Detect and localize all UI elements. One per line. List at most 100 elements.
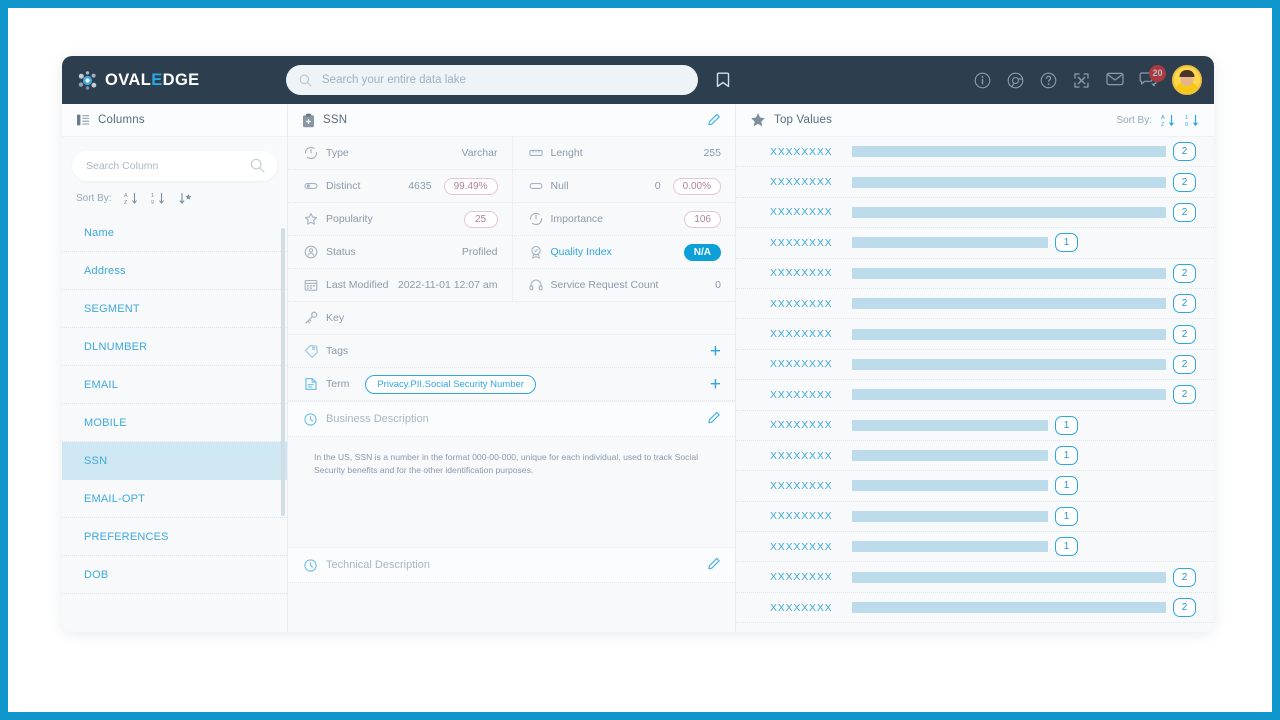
top-value-bar-track: 1 (852, 446, 1196, 465)
top-value-label[interactable]: XXXXXXXX (770, 602, 842, 614)
business-description-header: Business Description (288, 401, 735, 437)
top-value-bar-track: 2 (852, 294, 1196, 313)
top-value-label[interactable]: XXXXXXXX (770, 328, 842, 340)
top-value-bar-track: 2 (852, 568, 1196, 587)
top-value-bar-track: 1 (852, 537, 1196, 556)
info-icon[interactable] (974, 72, 991, 89)
top-value-label[interactable]: XXXXXXXX (770, 419, 842, 431)
search-column-input[interactable] (86, 160, 236, 172)
top-value-label[interactable]: XXXXXXXX (770, 176, 842, 188)
top-value-bar (852, 177, 1166, 188)
bookmark-icon[interactable] (714, 70, 732, 90)
meta-label-quality-index[interactable]: Quality Index (551, 246, 612, 258)
add-term-button[interactable]: + (710, 375, 721, 394)
chat-icon[interactable]: 20 (1139, 72, 1156, 89)
sidebar-item-address[interactable]: Address (62, 252, 287, 290)
meta-label-importance: Importance (551, 213, 604, 225)
top-value-bar (852, 268, 1166, 279)
sidebar-item-name[interactable]: Name (62, 214, 287, 252)
top-value-count: 1 (1055, 507, 1078, 526)
top-value-label[interactable]: XXXXXXXX (770, 510, 842, 522)
top-value-count: 1 (1055, 446, 1078, 465)
top-value-row: XXXXXXXX1 (736, 411, 1214, 441)
search-input[interactable] (322, 74, 662, 86)
sidebar-item-email-opt[interactable]: EMAIL-OPT (62, 480, 287, 518)
search-column-field[interactable] (72, 151, 277, 181)
sidebar-item-ssn[interactable]: SSN (62, 442, 287, 480)
top-value-label[interactable]: XXXXXXXX (770, 267, 842, 279)
sort-alpha-icon[interactable]: A Z (124, 191, 139, 206)
top-value-count: 2 (1173, 173, 1196, 192)
meta-label-status: Status (326, 246, 356, 258)
top-value-count: 1 (1055, 537, 1078, 556)
meta-service-request-count: Service Request Count0 (512, 269, 736, 302)
pencil-icon[interactable] (707, 557, 721, 571)
top-value-label[interactable]: XXXXXXXX (770, 206, 842, 218)
avatar[interactable] (1172, 65, 1202, 95)
add-tag-button[interactable]: + (710, 342, 721, 361)
pencil-icon[interactable] (707, 113, 721, 127)
clock-icon (304, 559, 317, 572)
top-value-count: 1 (1055, 476, 1078, 495)
pencil-icon[interactable] (707, 411, 721, 425)
top-value-count: 1 (1055, 233, 1078, 252)
top-value-count: 2 (1173, 325, 1196, 344)
status-badge: N/A (684, 244, 721, 261)
sidebar-item-email[interactable]: EMAIL (62, 366, 287, 404)
top-value-label[interactable]: XXXXXXXX (770, 146, 842, 158)
top-value-count: 2 (1173, 142, 1196, 161)
sort-alpha-icon[interactable]: A Z (1161, 113, 1176, 128)
top-value-label[interactable]: XXXXXXXX (770, 480, 842, 492)
sidebar-item-label: EMAIL (84, 379, 118, 391)
column-detail-title: SSN (323, 114, 347, 126)
top-value-label[interactable]: XXXXXXXX (770, 571, 842, 583)
app-logo[interactable]: OVALEDGE (78, 71, 200, 90)
sidebar-item-mobile[interactable]: MOBILE (62, 404, 287, 442)
svg-text:Z: Z (1161, 122, 1165, 128)
top-value-bar-track: 2 (852, 264, 1196, 283)
sidebar-item-label: SEGMENT (84, 303, 140, 315)
top-value-label[interactable]: XXXXXXXX (770, 541, 842, 553)
term-chip[interactable]: Privacy.PII.Social Security Number (365, 375, 536, 394)
top-value-bar (852, 450, 1048, 461)
top-value-label[interactable]: XXXXXXXX (770, 298, 842, 310)
search-icon (250, 158, 265, 173)
top-value-row: XXXXXXXX2 (736, 593, 1214, 623)
top-value-row: XXXXXXXX 2 (736, 198, 1214, 228)
top-value-bar-track: 2 (852, 173, 1196, 192)
top-value-label[interactable]: XXXXXXXX (770, 358, 842, 370)
column-detail-panel: SSN TypeVarcharLenght255Distinct463599.4… (288, 104, 736, 632)
expand-icon[interactable] (1073, 72, 1090, 89)
top-value-bar-track: 2 (852, 385, 1196, 404)
columns-scrollbar[interactable] (281, 228, 285, 516)
top-value-label[interactable]: XXXXXXXX (770, 450, 842, 462)
top-value-bar (852, 298, 1166, 309)
global-search-bar[interactable] (286, 65, 698, 95)
top-value-row: XXXXXXXX 1 (736, 502, 1214, 532)
top-value-label[interactable]: XXXXXXXX (770, 389, 842, 401)
mail-icon[interactable] (1106, 72, 1123, 89)
business-description-title: Business Description (326, 413, 429, 425)
technical-description-title: Technical Description (326, 559, 430, 571)
meta-label-type: Type (326, 147, 349, 159)
main-content-area: Columns Sort By: A (62, 104, 1214, 632)
top-values-header: Top Values Sort By: A Z (736, 104, 1214, 137)
sidebar-item-label: Address (84, 265, 126, 277)
sidebar-item-segment[interactable]: SEGMENT (62, 290, 287, 328)
top-value-bar-track: 2 (852, 203, 1196, 222)
top-value-bar-track: 1 (852, 233, 1196, 252)
top-value-label[interactable]: XXXXXXXX (770, 237, 842, 249)
top-value-bar-track: 2 (852, 142, 1196, 161)
top-value-count: 2 (1173, 203, 1196, 222)
top-value-row: XXXXXXXX 2 (736, 259, 1214, 289)
sort-numeric-icon[interactable]: 1 9 (1185, 113, 1200, 128)
chrome-extension-icon[interactable] (1007, 72, 1024, 89)
sidebar-item-dob[interactable]: DOB (62, 556, 287, 594)
top-value-bar (852, 480, 1048, 491)
sidebar-item-preferences[interactable]: PREFERENCES (62, 518, 287, 556)
help-icon[interactable] (1040, 72, 1057, 89)
sort-star-icon[interactable] (178, 191, 193, 206)
sidebar-item-dlnumber[interactable]: DLNUMBER (62, 328, 287, 366)
tags-label: Tags (326, 345, 348, 357)
sort-numeric-icon[interactable]: 1 9 (151, 191, 166, 206)
